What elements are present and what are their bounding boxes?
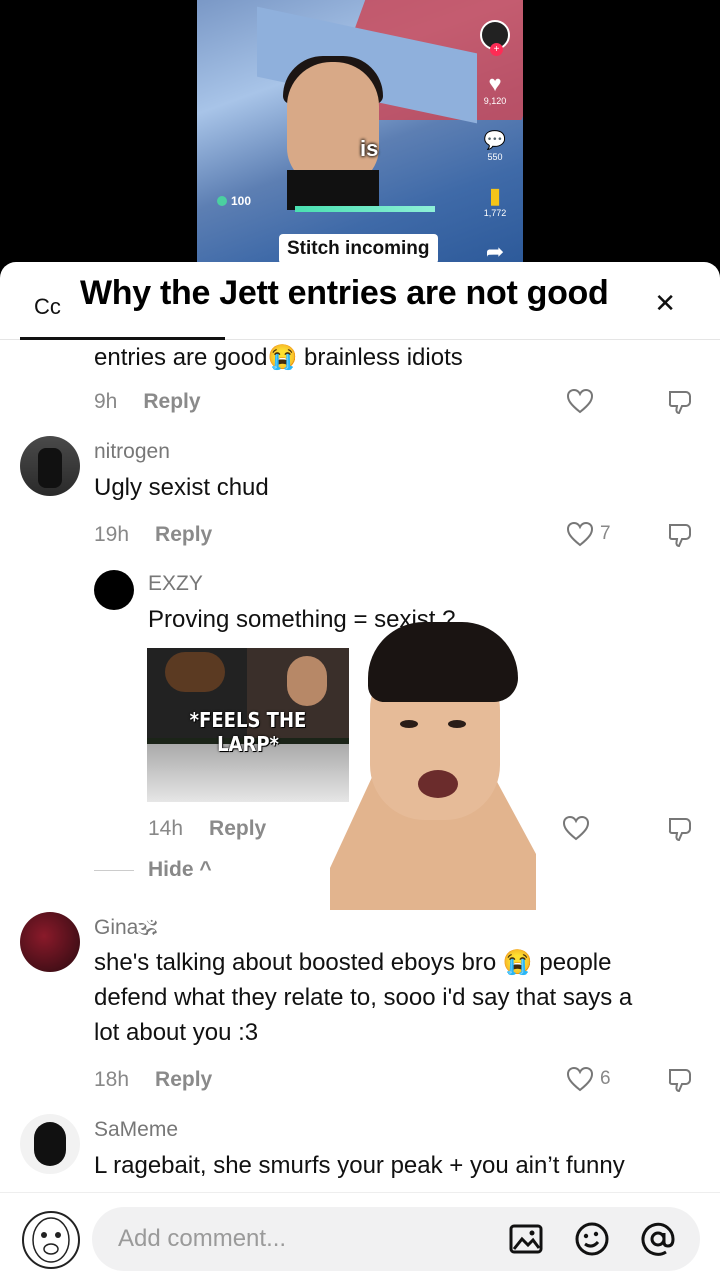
comment-username[interactable]: nitrogen bbox=[94, 440, 170, 464]
reply-button[interactable]: Reply bbox=[143, 390, 200, 414]
save-count: 1,772 bbox=[483, 208, 507, 218]
video-player[interactable]: is 100 Stitch incoming + ♥ 9,120 💬 550 ▮… bbox=[197, 0, 523, 262]
reply-button[interactable]: Reply bbox=[155, 1068, 212, 1092]
comment-time: 18h bbox=[94, 1068, 130, 1091]
comment-meta: 18h Reply bbox=[94, 1068, 212, 1092]
comment-meta: 19h Reply bbox=[94, 523, 212, 547]
comment-text-line: lot about you :3 bbox=[94, 1019, 259, 1046]
comments-sheet: Cc Why the Jett entries are not good ✕ e… bbox=[0, 262, 720, 1280]
video-person-face bbox=[287, 62, 379, 186]
avatar[interactable] bbox=[94, 570, 134, 610]
comment-username[interactable]: EXZY bbox=[148, 572, 203, 596]
comment-image[interactable]: *FEELS THE LARP* bbox=[147, 648, 349, 802]
hud-shield-icon bbox=[217, 196, 227, 206]
video-person-shirt bbox=[287, 170, 379, 210]
hide-replies-button[interactable]: Hide ^ bbox=[94, 858, 212, 882]
share-icon[interactable]: ➦ bbox=[486, 240, 504, 263]
heart-outline-icon bbox=[566, 388, 594, 414]
video-caption-word: is bbox=[360, 136, 379, 161]
close-icon[interactable]: ✕ bbox=[654, 288, 676, 319]
mention-icon[interactable] bbox=[640, 1221, 676, 1257]
heart-icon[interactable]: ♥ bbox=[488, 72, 501, 96]
video-hud: 100 bbox=[217, 194, 251, 208]
dislike-icon[interactable] bbox=[666, 521, 694, 549]
stitch-label: Stitch incoming bbox=[279, 234, 438, 262]
video-side-actions: + ♥ 9,120 💬 550 ▮ 1,772 ➦ bbox=[467, 20, 523, 262]
hide-divider bbox=[94, 869, 134, 871]
comment-time: 19h bbox=[94, 523, 130, 546]
avatar[interactable] bbox=[20, 436, 80, 496]
like-button[interactable]: 6 bbox=[566, 1066, 611, 1092]
cutout-eye bbox=[400, 720, 418, 728]
comment-meta: 14h Reply bbox=[148, 817, 266, 841]
comment-time: 14h bbox=[148, 817, 184, 840]
avatar[interactable] bbox=[20, 1114, 80, 1174]
image-person-head bbox=[287, 656, 327, 706]
bookmark-icon[interactable]: ▮ bbox=[489, 184, 501, 208]
comments-header: Cc Why the Jett entries are not good ✕ bbox=[0, 262, 720, 340]
cutout-eye bbox=[448, 720, 466, 728]
comment-input-pill[interactable] bbox=[92, 1207, 700, 1271]
reply-button[interactable]: Reply bbox=[209, 817, 266, 841]
image-caption: *FEELS THE LARP* bbox=[189, 708, 307, 756]
comment-text: Ugly sexist chud bbox=[94, 474, 269, 501]
follow-plus-icon[interactable]: + bbox=[490, 43, 503, 56]
comment-text-line: she's talking about boosted eboys bro 😭 … bbox=[94, 949, 612, 976]
hud-ability-bar bbox=[295, 206, 435, 212]
heart-outline-icon bbox=[566, 521, 594, 547]
creator-cutout-overlay bbox=[330, 620, 536, 910]
heart-outline-icon bbox=[562, 815, 590, 841]
image-hands bbox=[165, 652, 225, 692]
emoji-icon[interactable] bbox=[574, 1221, 610, 1257]
like-button[interactable] bbox=[566, 388, 594, 414]
dislike-icon[interactable] bbox=[666, 388, 694, 416]
image-icon[interactable] bbox=[508, 1221, 544, 1257]
avatar-figure bbox=[38, 448, 62, 488]
like-count: 7 bbox=[600, 523, 611, 544]
comment-icon[interactable]: 💬 bbox=[484, 128, 506, 152]
cutout-hair bbox=[368, 622, 518, 702]
cutout-mouth bbox=[418, 770, 458, 798]
comment-text-line: defend what they relate to, sooo i'd say… bbox=[94, 984, 633, 1011]
avatar-figure bbox=[34, 1122, 66, 1166]
rage-face-icon bbox=[32, 1217, 70, 1263]
dislike-icon[interactable] bbox=[666, 1066, 694, 1094]
comment-input[interactable] bbox=[118, 1223, 498, 1255]
reply-button[interactable]: Reply bbox=[155, 523, 212, 547]
avatar[interactable] bbox=[20, 912, 80, 972]
comment-meta: 9h Reply bbox=[94, 390, 201, 414]
heart-outline-icon bbox=[566, 1066, 594, 1092]
like-count: 6 bbox=[600, 1068, 611, 1089]
like-count: 9,120 bbox=[483, 96, 507, 106]
comment-composer bbox=[0, 1192, 720, 1280]
my-avatar[interactable] bbox=[22, 1211, 80, 1269]
video-title-overlay: Why the Jett entries are not good bbox=[80, 274, 609, 312]
like-button[interactable]: 7 bbox=[566, 521, 611, 547]
dislike-icon[interactable] bbox=[666, 815, 694, 843]
hud-value: 100 bbox=[231, 194, 252, 208]
creator-avatar[interactable]: + bbox=[480, 20, 510, 56]
comment-username[interactable]: Gina🕉 bbox=[94, 916, 157, 940]
comment-username[interactable]: SaMeme bbox=[94, 1118, 178, 1142]
like-button[interactable] bbox=[562, 815, 590, 841]
comment-text: entries are good😭 brainless idiots bbox=[94, 344, 463, 371]
comment-count: 550 bbox=[487, 152, 503, 162]
tiktok-comments-screen: is 100 Stitch incoming + ♥ 9,120 💬 550 ▮… bbox=[0, 0, 720, 1280]
hide-label: Hide ^ bbox=[148, 858, 212, 881]
comment-time: 9h bbox=[94, 390, 118, 413]
tab-comments-partial[interactable]: Cc bbox=[34, 294, 61, 320]
comment-text: L ragebait, she smurfs your peak + you a… bbox=[94, 1152, 625, 1179]
